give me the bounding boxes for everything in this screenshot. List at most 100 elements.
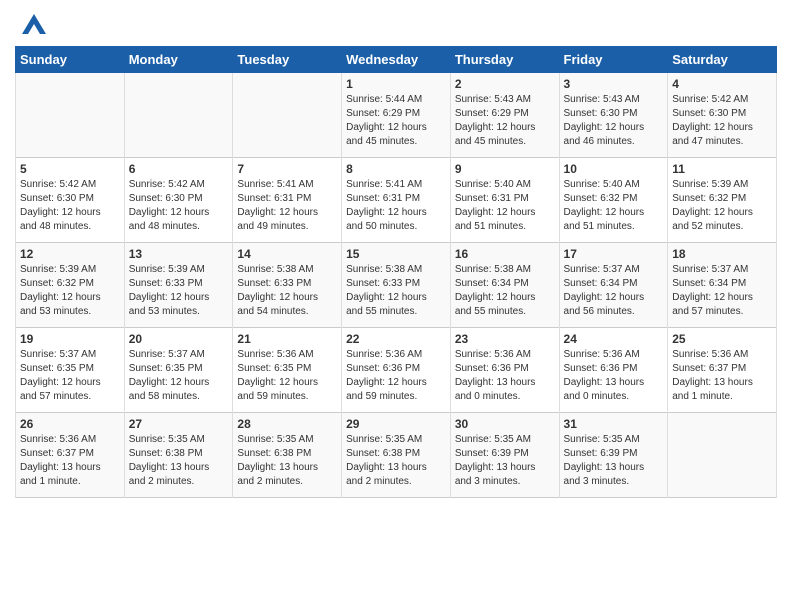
- day-info: Sunrise: 5:37 AM Sunset: 6:34 PM Dayligh…: [564, 263, 664, 319]
- day-number: 31: [564, 417, 664, 431]
- day-info: Sunrise: 5:37 AM Sunset: 6:34 PM Dayligh…: [672, 263, 772, 319]
- day-info: Sunrise: 5:43 AM Sunset: 6:29 PM Dayligh…: [455, 93, 555, 149]
- day-number: 25: [672, 332, 772, 346]
- day-info: Sunrise: 5:38 AM Sunset: 6:34 PM Dayligh…: [455, 263, 555, 319]
- day-info: Sunrise: 5:39 AM Sunset: 6:32 PM Dayligh…: [672, 178, 772, 234]
- day-info: Sunrise: 5:38 AM Sunset: 6:33 PM Dayligh…: [346, 263, 446, 319]
- calendar-cell: 7 Sunrise: 5:41 AM Sunset: 6:31 PM Daylig…: [233, 158, 342, 243]
- day-number: 21: [237, 332, 337, 346]
- day-number: 11: [672, 162, 772, 176]
- calendar-cell: 2 Sunrise: 5:43 AM Sunset: 6:29 PM Daylig…: [450, 73, 559, 158]
- day-number: 18: [672, 247, 772, 261]
- day-info: Sunrise: 5:44 AM Sunset: 6:29 PM Dayligh…: [346, 93, 446, 149]
- weekday-header: Friday: [559, 47, 668, 73]
- calendar-cell: 3 Sunrise: 5:43 AM Sunset: 6:30 PM Daylig…: [559, 73, 668, 158]
- day-info: Sunrise: 5:42 AM Sunset: 6:30 PM Dayligh…: [672, 93, 772, 149]
- calendar-cell: 21 Sunrise: 5:36 AM Sunset: 6:35 PM Dayli…: [233, 328, 342, 413]
- day-info: Sunrise: 5:42 AM Sunset: 6:30 PM Dayligh…: [20, 178, 120, 234]
- calendar-week-row: 19 Sunrise: 5:37 AM Sunset: 6:35 PM Dayli…: [16, 328, 777, 413]
- day-info: Sunrise: 5:35 AM Sunset: 6:39 PM Dayligh…: [564, 433, 664, 489]
- day-info: Sunrise: 5:36 AM Sunset: 6:36 PM Dayligh…: [455, 348, 555, 404]
- calendar-cell: 4Sunrise: 5:42 AM Sunset: 6:30 PM Daylig…: [668, 73, 777, 158]
- calendar-cell: 10 Sunrise: 5:40 AM Sunset: 6:32 PM Dayli…: [559, 158, 668, 243]
- calendar-cell: 11 Sunrise: 5:39 AM Sunset: 6:32 PM Dayli…: [668, 158, 777, 243]
- calendar-cell: 19 Sunrise: 5:37 AM Sunset: 6:35 PM Dayli…: [16, 328, 125, 413]
- calendar-cell: 15 Sunrise: 5:38 AM Sunset: 6:33 PM Dayli…: [342, 243, 451, 328]
- day-info: Sunrise: 5:39 AM Sunset: 6:33 PM Dayligh…: [129, 263, 229, 319]
- calendar-week-row: 12 Sunrise: 5:39 AM Sunset: 6:32 PM Dayli…: [16, 243, 777, 328]
- calendar-cell: 8 Sunrise: 5:41 AM Sunset: 6:31 PM Daylig…: [342, 158, 451, 243]
- day-info: Sunrise: 5:41 AM Sunset: 6:31 PM Dayligh…: [237, 178, 337, 234]
- day-number: 19: [20, 332, 120, 346]
- day-number: 12: [20, 247, 120, 261]
- calendar-table: SundayMondayTuesdayWednesdayThursdayFrid…: [15, 46, 777, 498]
- day-info: Sunrise: 5:36 AM Sunset: 6:36 PM Dayligh…: [346, 348, 446, 404]
- calendar-cell: 23 Sunrise: 5:36 AM Sunset: 6:36 PM Dayli…: [450, 328, 559, 413]
- day-info: Sunrise: 5:42 AM Sunset: 6:30 PM Dayligh…: [129, 178, 229, 234]
- day-number: 9: [455, 162, 555, 176]
- logo: [15, 10, 50, 38]
- day-number: 24: [564, 332, 664, 346]
- logo-icon: [18, 10, 50, 38]
- calendar-week-row: 1 Sunrise: 5:44 AM Sunset: 6:29 PM Daylig…: [16, 73, 777, 158]
- day-number: 23: [455, 332, 555, 346]
- calendar-cell: 16 Sunrise: 5:38 AM Sunset: 6:34 PM Dayli…: [450, 243, 559, 328]
- day-info: Sunrise: 5:35 AM Sunset: 6:38 PM Dayligh…: [237, 433, 337, 489]
- day-number: 30: [455, 417, 555, 431]
- calendar-cell: 5 Sunrise: 5:42 AM Sunset: 6:30 PM Daylig…: [16, 158, 125, 243]
- calendar-cell: 30 Sunrise: 5:35 AM Sunset: 6:39 PM Dayli…: [450, 413, 559, 498]
- day-info: Sunrise: 5:35 AM Sunset: 6:38 PM Dayligh…: [129, 433, 229, 489]
- day-info: Sunrise: 5:37 AM Sunset: 6:35 PM Dayligh…: [129, 348, 229, 404]
- day-info: Sunrise: 5:40 AM Sunset: 6:32 PM Dayligh…: [564, 178, 664, 234]
- day-number: 16: [455, 247, 555, 261]
- calendar-cell: [233, 73, 342, 158]
- day-info: Sunrise: 5:37 AM Sunset: 6:35 PM Dayligh…: [20, 348, 120, 404]
- calendar-cell: 22 Sunrise: 5:36 AM Sunset: 6:36 PM Dayli…: [342, 328, 451, 413]
- calendar-cell: 28 Sunrise: 5:35 AM Sunset: 6:38 PM Dayli…: [233, 413, 342, 498]
- calendar-cell: [16, 73, 125, 158]
- day-number: 27: [129, 417, 229, 431]
- day-number: 15: [346, 247, 446, 261]
- day-number: 13: [129, 247, 229, 261]
- day-number: 6: [129, 162, 229, 176]
- day-number: 2: [455, 77, 555, 91]
- day-number: 14: [237, 247, 337, 261]
- calendar-cell: 20 Sunrise: 5:37 AM Sunset: 6:35 PM Dayli…: [124, 328, 233, 413]
- weekday-header: Thursday: [450, 47, 559, 73]
- calendar-cell: 13 Sunrise: 5:39 AM Sunset: 6:33 PM Dayli…: [124, 243, 233, 328]
- calendar-cell: 14Sunrise: 5:38 AM Sunset: 6:33 PM Dayli…: [233, 243, 342, 328]
- day-info: Sunrise: 5:36 AM Sunset: 6:37 PM Dayligh…: [672, 348, 772, 404]
- day-number: 5: [20, 162, 120, 176]
- calendar-header-row: SundayMondayTuesdayWednesdayThursdayFrid…: [16, 47, 777, 73]
- day-number: 3: [564, 77, 664, 91]
- header: [15, 10, 777, 38]
- day-info: Sunrise: 5:35 AM Sunset: 6:39 PM Dayligh…: [455, 433, 555, 489]
- calendar-week-row: 5 Sunrise: 5:42 AM Sunset: 6:30 PM Daylig…: [16, 158, 777, 243]
- day-number: 7: [237, 162, 337, 176]
- calendar-cell: 18 Sunrise: 5:37 AM Sunset: 6:34 PM Dayli…: [668, 243, 777, 328]
- calendar-cell: 25 Sunrise: 5:36 AM Sunset: 6:37 PM Dayli…: [668, 328, 777, 413]
- day-number: 1: [346, 77, 446, 91]
- day-number: 22: [346, 332, 446, 346]
- day-info: Sunrise: 5:41 AM Sunset: 6:31 PM Dayligh…: [346, 178, 446, 234]
- calendar-cell: 29 Sunrise: 5:35 AM Sunset: 6:38 PM Dayli…: [342, 413, 451, 498]
- day-number: 8: [346, 162, 446, 176]
- day-number: 29: [346, 417, 446, 431]
- day-info: Sunrise: 5:35 AM Sunset: 6:38 PM Dayligh…: [346, 433, 446, 489]
- weekday-header: Wednesday: [342, 47, 451, 73]
- weekday-header: Sunday: [16, 47, 125, 73]
- day-info: Sunrise: 5:36 AM Sunset: 6:35 PM Dayligh…: [237, 348, 337, 404]
- day-number: 10: [564, 162, 664, 176]
- calendar-cell: 1 Sunrise: 5:44 AM Sunset: 6:29 PM Daylig…: [342, 73, 451, 158]
- day-number: 17: [564, 247, 664, 261]
- weekday-header: Saturday: [668, 47, 777, 73]
- calendar-cell: 26Sunrise: 5:36 AM Sunset: 6:37 PM Dayli…: [16, 413, 125, 498]
- calendar-cell: [124, 73, 233, 158]
- calendar-cell: 17 Sunrise: 5:37 AM Sunset: 6:34 PM Dayli…: [559, 243, 668, 328]
- day-number: 20: [129, 332, 229, 346]
- weekday-header: Tuesday: [233, 47, 342, 73]
- day-info: Sunrise: 5:43 AM Sunset: 6:30 PM Dayligh…: [564, 93, 664, 149]
- day-number: 28: [237, 417, 337, 431]
- day-info: Sunrise: 5:39 AM Sunset: 6:32 PM Dayligh…: [20, 263, 120, 319]
- day-info: Sunrise: 5:40 AM Sunset: 6:31 PM Dayligh…: [455, 178, 555, 234]
